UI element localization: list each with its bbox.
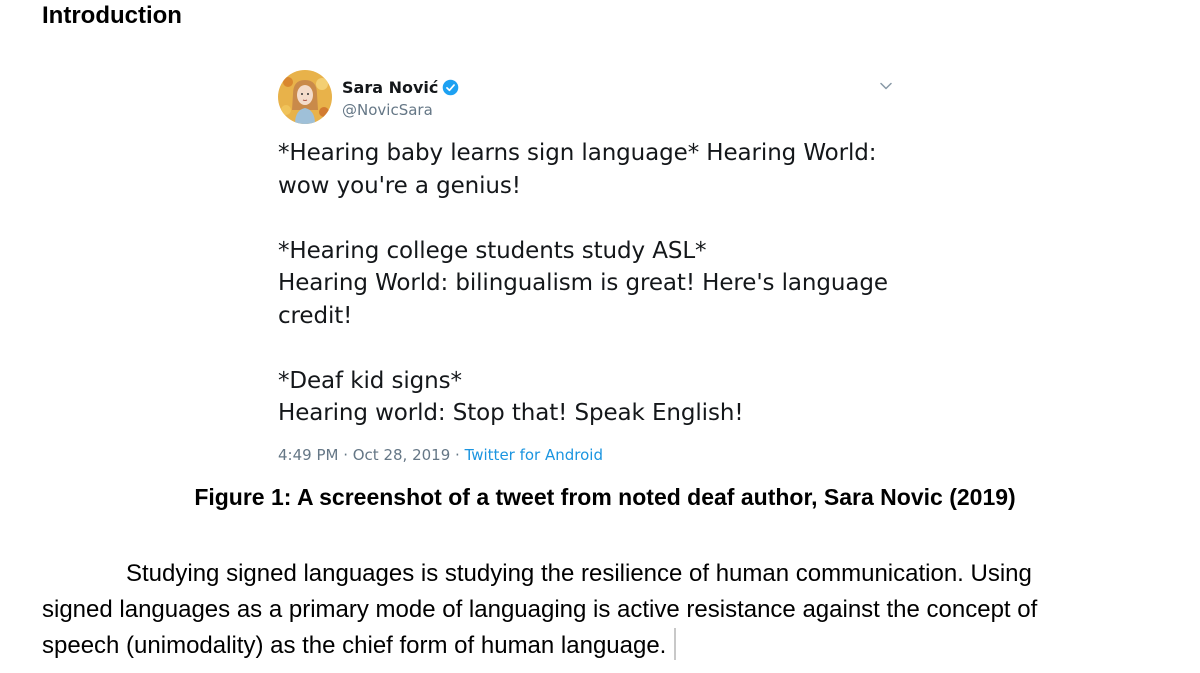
- paragraph-line: signed languages as a primary mode of la…: [42, 596, 1038, 623]
- figure-caption: Figure 1: A screenshot of a tweet from n…: [194, 484, 1016, 510]
- tweet-author-name: Sara Nović: [342, 78, 439, 97]
- avatar[interactable]: [278, 70, 332, 124]
- tweet-line: Hearing World: bilingualism is great! He…: [278, 270, 888, 296]
- tweet-embed: Sara Nović @NovicSara *Hearing baby lear…: [278, 70, 908, 470]
- tweet-line: Hearing world: Stop that! Speak English!: [278, 400, 744, 426]
- verified-badge-icon: [443, 79, 459, 96]
- tweet-line-break: [278, 332, 898, 365]
- paragraph-line-text: Studying signed languages is studying th…: [126, 560, 1032, 587]
- tweet-handle[interactable]: @NovicSara: [342, 101, 433, 119]
- body-paragraph[interactable]: Studying signed languages is studying th…: [42, 556, 1162, 664]
- tweet-body: *Hearing baby learns sign language* Hear…: [278, 137, 898, 430]
- paragraph-line-text: speech (unimodality) as the chief form o…: [42, 632, 667, 659]
- tweet-line: *Hearing college students study ASL*: [278, 237, 707, 264]
- tweet-line: *Hearing baby learns sign language* Hear…: [278, 140, 877, 166]
- avatar-illustration: [278, 70, 332, 124]
- tweet-timestamp[interactable]: 4:49 PM · Oct 28, 2019 ·: [278, 446, 465, 464]
- text-cursor: [674, 628, 677, 660]
- tweet-source-link[interactable]: Twitter for Android: [465, 446, 603, 464]
- tweet-meta: 4:49 PM · Oct 28, 2019 · Twitter for And…: [278, 446, 603, 464]
- chevron-down-icon[interactable]: [878, 78, 894, 94]
- tweet-line: wow you're a genius!: [278, 172, 521, 199]
- paragraph-line: Studying signed languages is studying th…: [42, 556, 1162, 592]
- tweet-author[interactable]: Sara Nović: [342, 78, 459, 97]
- tweet-line: credit!: [278, 302, 353, 329]
- section-heading: Introduction: [42, 2, 182, 29]
- paragraph-line: speech (unimodality) as the chief form o…: [42, 628, 1162, 664]
- tweet-line: *Deaf kid signs*: [278, 367, 462, 394]
- tweet-line-break: [278, 202, 898, 235]
